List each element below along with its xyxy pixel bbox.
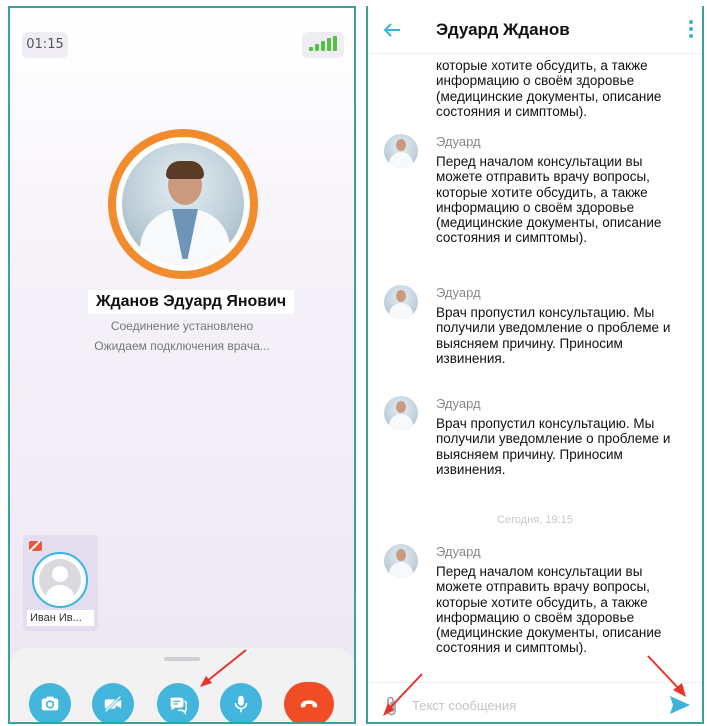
message-text: которые хотите обсудить, а также информа… — [436, 58, 662, 119]
back-arrow-icon[interactable] — [380, 18, 404, 42]
chat-title: Эдуард Жданов — [436, 20, 570, 39]
message-text: Врач пропустил консультацию. Мы получили… — [436, 416, 671, 477]
message-text: Перед началом консультации вы можете отп… — [436, 154, 662, 246]
send-icon[interactable] — [668, 693, 692, 717]
message-sender: Эдуард — [436, 285, 481, 300]
chat-icon — [170, 697, 187, 715]
sender-avatar — [384, 544, 418, 578]
microphone-icon — [234, 695, 248, 713]
waiting-status: Ожидаем подключения врача... — [94, 339, 270, 353]
phone-hang-up-icon — [300, 700, 318, 708]
chat-screen: Эдуард Жданов которые хотите обсудить, а… — [366, 6, 704, 724]
message-sender: Эдуард — [436, 396, 481, 411]
call-timer: 01:15 — [22, 32, 68, 58]
message-text: Врач пропустил консультацию. Мы получили… — [436, 305, 671, 366]
message-composer — [368, 682, 702, 722]
camera-off-icon — [104, 695, 122, 713]
sheet-handle[interactable] — [164, 657, 200, 661]
more-options-icon[interactable] — [688, 20, 694, 40]
sender-avatar — [384, 134, 418, 168]
chat-button[interactable] — [157, 683, 199, 722]
connection-status: Соединение установлено — [110, 319, 254, 333]
hang-up-button[interactable] — [284, 682, 334, 722]
self-video-tile[interactable]: Иван Ив... — [23, 535, 98, 631]
call-controls-sheet — [10, 648, 354, 722]
chat-header: Эдуард Жданов — [368, 6, 702, 54]
message-sender: Эдуард — [436, 134, 481, 149]
doctor-name: Жданов Эдуард Янович — [88, 290, 295, 314]
flip-camera-icon — [41, 696, 59, 711]
self-name-label: Иван Ив... — [27, 610, 94, 626]
signal-strength-icon — [302, 32, 344, 58]
message-sender: Эдуард — [436, 544, 481, 559]
message-text: Перед началом консультации вы можете отп… — [436, 564, 662, 656]
camera-off-badge-icon — [29, 541, 42, 551]
attach-paperclip-icon[interactable] — [384, 695, 400, 717]
sender-avatar — [384, 285, 418, 319]
date-separator: Сегодня, 19:15 — [497, 514, 573, 526]
doctor-avatar — [108, 129, 258, 279]
call-screen: 01:15 Жданов Эдуард Янович Соединение ус… — [8, 6, 356, 724]
message-list[interactable]: которые хотите обсудить, а также информа… — [368, 54, 702, 674]
message-input[interactable] — [412, 693, 642, 717]
microphone-button[interactable] — [220, 683, 262, 722]
flip-camera-button[interactable] — [29, 683, 71, 722]
sender-avatar — [384, 396, 418, 430]
camera-toggle-button[interactable] — [92, 683, 134, 722]
self-avatar — [32, 552, 88, 608]
doctor-photo — [122, 143, 244, 265]
